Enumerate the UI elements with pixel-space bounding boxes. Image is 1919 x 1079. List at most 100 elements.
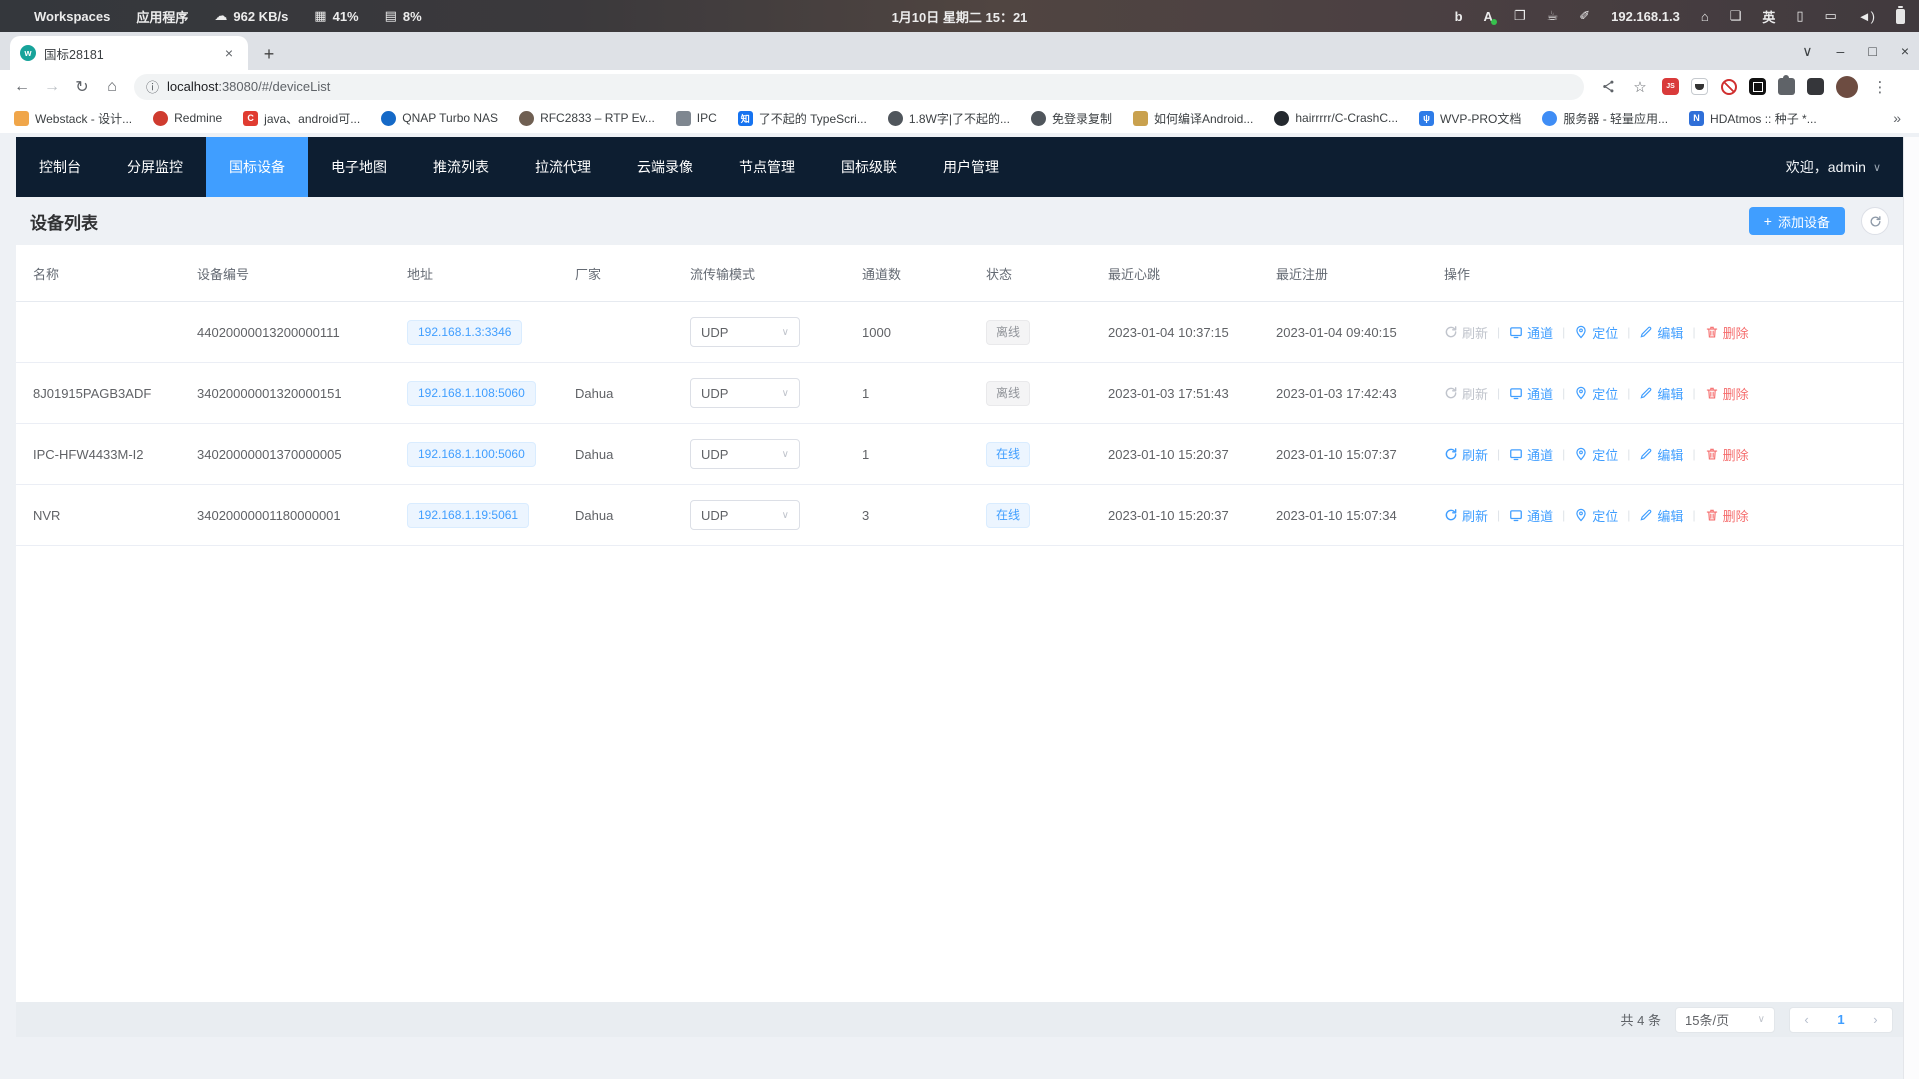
clipboard-tray-icon[interactable]: ❐ [1514, 8, 1526, 24]
refresh-button[interactable]: 刷新 [1444, 506, 1488, 525]
refresh-button[interactable]: 刷新 [1444, 384, 1488, 403]
bookmark-item[interactable]: 1.8W字|了不起的... [888, 110, 1010, 127]
adblock-extension-icon[interactable] [1720, 78, 1737, 95]
extensions-puzzle-icon[interactable] [1778, 78, 1795, 95]
bookmark-item[interactable]: hairrrrr/C-CrashC... [1274, 111, 1398, 126]
delete-button[interactable]: 删除 [1705, 506, 1749, 525]
window-minimize-icon[interactable]: – [1837, 43, 1845, 59]
edit-button[interactable]: 编辑 [1639, 323, 1683, 342]
reload-button[interactable]: ↻ [68, 73, 96, 101]
window-close-icon[interactable]: × [1901, 43, 1909, 59]
locate-button[interactable]: 定位 [1574, 323, 1618, 342]
cloud-download-icon: ☁ [214, 8, 227, 24]
battery-icon[interactable] [1896, 9, 1905, 24]
delete-button[interactable]: 删除 [1705, 384, 1749, 403]
screenshot-extension-icon[interactable] [1749, 78, 1766, 95]
site-info-icon[interactable]: ⓘ [146, 77, 159, 96]
stream-mode-select[interactable]: UDP∨ [690, 439, 800, 469]
bookmark-star-icon[interactable]: ☆ [1630, 77, 1650, 97]
workspaces-button[interactable]: Workspaces [34, 9, 110, 24]
tab-search-chevron-icon[interactable]: ∨ [1802, 43, 1812, 60]
bookmark-item[interactable]: RFC2833 – RTP Ev... [519, 111, 655, 126]
column-header-最近心跳: 最近心跳 [1108, 264, 1276, 283]
tab-close-icon[interactable]: × [220, 44, 238, 62]
column-header-通道数: 通道数 [862, 264, 986, 283]
volume-tray-icon[interactable]: ◄) [1858, 9, 1875, 24]
browser-tab[interactable]: w 国标28181 × [10, 36, 248, 70]
bookmark-item[interactable]: 服务器 - 轻量应用... [1542, 110, 1668, 127]
nav-tab-用户管理[interactable]: 用户管理 [920, 137, 1022, 197]
bookmark-item[interactable]: Webstack - 设计... [14, 110, 132, 127]
pinned-extension-icon[interactable] [1807, 78, 1824, 95]
stream-mode-select[interactable]: UDP∨ [690, 317, 800, 347]
address-bar[interactable]: ⓘ localhost:38080/#/deviceList [134, 74, 1584, 100]
locate-button[interactable]: 定位 [1574, 445, 1618, 464]
bookmark-item[interactable]: ψWVP-PRO文档 [1419, 110, 1521, 127]
channel-button[interactable]: 通道 [1509, 323, 1553, 342]
locate-button[interactable]: 定位 [1574, 384, 1618, 403]
color-picker-tray-icon[interactable]: ✐ [1579, 8, 1590, 24]
stream-mode-select[interactable]: UDP∨ [690, 500, 800, 530]
channel-button[interactable]: 通道 [1509, 445, 1553, 464]
current-page-button[interactable]: 1 [1837, 1012, 1844, 1027]
nav-tab-国标级联[interactable]: 国标级联 [818, 137, 920, 197]
stream-mode-select[interactable]: UDP∨ [690, 378, 800, 408]
bookmark-item[interactable]: QNAP Turbo NAS [381, 111, 498, 126]
browser-home-button[interactable]: ⌂ [98, 73, 126, 101]
channel-button[interactable]: 通道 [1509, 384, 1553, 403]
bookmark-item[interactable]: Redmine [153, 111, 222, 126]
caffeine-tray-icon[interactable]: ☕ [1547, 8, 1559, 24]
prev-page-button[interactable]: ‹ [1804, 1012, 1808, 1027]
bookmark-item[interactable]: IPC [676, 111, 717, 126]
edit-button[interactable]: 编辑 [1639, 506, 1683, 525]
nav-tab-拉流代理[interactable]: 拉流代理 [512, 137, 614, 197]
clock[interactable]: 1月10日 星期二 15：21 [892, 7, 1028, 26]
proxy-extension-icon[interactable] [1691, 78, 1708, 95]
bookmark-item[interactable]: 如何编译Android... [1133, 110, 1253, 127]
nav-tab-云端录像[interactable]: 云端录像 [614, 137, 716, 197]
locate-button[interactable]: 定位 [1574, 506, 1618, 525]
nav-tab-电子地图[interactable]: 电子地图 [308, 137, 410, 197]
page-scrollbar[interactable] [1903, 137, 1919, 1079]
refresh-button[interactable]: 刷新 [1444, 445, 1488, 464]
forward-button[interactable]: → [38, 73, 66, 101]
input-method-indicator[interactable]: 英 [1762, 7, 1775, 26]
nav-tab-分屏监控[interactable]: 分屏监控 [104, 137, 206, 197]
home-tray-icon[interactable]: ⌂ [1701, 9, 1709, 24]
page-size-select[interactable]: 15条/页 ∨ [1675, 1007, 1775, 1033]
js-extension-icon[interactable]: JS [1662, 78, 1679, 95]
delete-button[interactable]: 删除 [1705, 445, 1749, 464]
refresh-button[interactable]: 刷新 [1444, 323, 1488, 342]
bookmarks-overflow-chevron[interactable]: » [1893, 110, 1905, 126]
back-button[interactable]: ← [8, 73, 36, 101]
edit-button[interactable]: 编辑 [1639, 384, 1683, 403]
bookmark-item[interactable]: Cjava、android可... [243, 110, 360, 127]
phone-link-tray-icon[interactable]: ▯ [1796, 8, 1803, 24]
nav-tab-节点管理[interactable]: 节点管理 [716, 137, 818, 197]
delete-button[interactable]: 删除 [1705, 323, 1749, 342]
nav-tab-推流列表[interactable]: 推流列表 [410, 137, 512, 197]
user-menu[interactable]: 欢迎，admin ∨ [1786, 137, 1903, 197]
nav-tab-国标设备[interactable]: 国标设备 [206, 137, 308, 197]
next-page-button[interactable]: › [1873, 1012, 1877, 1027]
bookmark-item[interactable]: 知了不起的 TypeScri... [738, 110, 867, 127]
bookmark-item[interactable]: 免登录复制 [1031, 110, 1112, 127]
browser-menu-icon[interactable]: ⋮ [1870, 77, 1890, 97]
bookmark-item[interactable]: NHDAtmos :: 种子 *... [1689, 110, 1817, 127]
bing-tray-icon[interactable]: b [1455, 9, 1463, 24]
refresh-list-button[interactable] [1861, 207, 1889, 235]
add-device-button[interactable]: + 添加设备 [1749, 207, 1845, 235]
edit-button[interactable]: 编辑 [1639, 445, 1683, 464]
channel-button[interactable]: 通道 [1509, 506, 1553, 525]
window-switcher-tray-icon[interactable]: ❏ [1730, 8, 1742, 24]
tray-ip-address[interactable]: 192.168.1.3 [1611, 9, 1680, 24]
nav-tab-控制台[interactable]: 控制台 [16, 137, 104, 197]
location-icon [1574, 508, 1588, 522]
translate-tray-icon[interactable]: A [1484, 9, 1493, 24]
applications-menu-button[interactable]: 应用程序 [136, 7, 188, 26]
share-icon[interactable] [1598, 77, 1618, 97]
window-maximize-icon[interactable]: □ [1868, 43, 1876, 59]
display-tray-icon[interactable]: ▭ [1825, 8, 1837, 24]
profile-avatar[interactable] [1836, 76, 1858, 98]
new-tab-button[interactable]: + [256, 41, 282, 67]
